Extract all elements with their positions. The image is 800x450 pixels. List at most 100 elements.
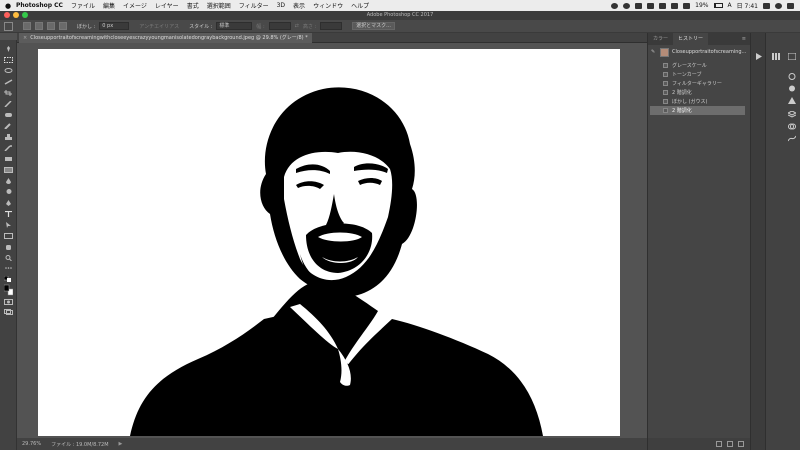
dropbox-icon[interactable] (635, 2, 643, 9)
battery-icon[interactable] (713, 3, 723, 8)
lasso-tool-icon[interactable] (4, 68, 13, 74)
menu-edit[interactable]: 編集 (103, 1, 115, 10)
tool-preset-picker[interactable] (4, 21, 13, 31)
history-item[interactable]: フィルターギャラリー (650, 79, 745, 88)
history-snapshot[interactable]: ✎ Closeupportraitofscreaming... (648, 45, 751, 59)
notification-center-icon[interactable] (787, 2, 794, 9)
history-item[interactable]: 2 階調化 (650, 88, 745, 97)
window-title-bar: Adobe Photoshop CC 2017 (0, 11, 800, 20)
document-size: ファイル : 19.0M/8.72M (51, 441, 109, 448)
record-icon[interactable] (611, 2, 619, 9)
new-selection-button[interactable] (23, 22, 31, 30)
menu-3d[interactable]: 3D (277, 2, 285, 9)
rectangle-tool-icon[interactable] (4, 233, 13, 239)
styles-icon[interactable] (788, 89, 796, 104)
clock[interactable]: 日 7:41 (737, 1, 758, 10)
paths-icon[interactable] (787, 127, 797, 142)
close-tab-icon[interactable]: × (23, 35, 27, 41)
menu-view[interactable]: 表示 (293, 1, 305, 10)
eraser-tool-icon[interactable] (4, 156, 13, 162)
pen-tool-icon[interactable] (4, 200, 13, 206)
menu-window[interactable]: ウィンドウ (313, 1, 343, 10)
search-icon[interactable] (763, 2, 770, 9)
menu-image[interactable]: イメージ (123, 1, 147, 10)
history-item[interactable]: グレースケール (650, 61, 745, 70)
snapshot-camera-icon[interactable] (727, 441, 733, 447)
apple-menu-icon[interactable]: ● (0, 2, 16, 10)
wifi-icon[interactable] (671, 2, 679, 9)
screen-mode-icon[interactable] (4, 309, 13, 315)
antialias-checkbox[interactable]: アンチエイリアス (139, 23, 179, 30)
gradient-tool-icon[interactable] (4, 167, 13, 173)
window-title: Adobe Photoshop CC 2017 (366, 12, 434, 18)
eyedropper-tool-icon[interactable] (4, 101, 13, 107)
play-action-icon[interactable] (755, 45, 763, 60)
history-item[interactable]: トーンカーブ (650, 70, 745, 79)
channels-icon[interactable] (788, 115, 796, 130)
quick-mask-icon[interactable] (4, 299, 13, 305)
panel-menu-icon[interactable]: ≡ (742, 33, 750, 45)
swap-icon[interactable]: ⇄ (295, 23, 299, 29)
adjustments-icon[interactable] (787, 45, 797, 61)
history-source-icon[interactable]: ✎ (651, 49, 655, 55)
snapshot-thumbnail (660, 47, 669, 57)
airplay-icon[interactable] (647, 2, 655, 9)
more-tools-icon[interactable] (4, 265, 13, 271)
marquee-tool-icon[interactable] (4, 57, 13, 63)
type-tool-icon[interactable] (4, 211, 13, 217)
delete-state-icon[interactable] (738, 441, 744, 447)
hand-tool-icon[interactable] (4, 244, 13, 250)
path-selection-tool-icon[interactable] (4, 222, 13, 228)
history-step-icon (663, 81, 668, 86)
panel-footer (648, 438, 751, 450)
app-menu[interactable]: Photoshop CC (16, 2, 63, 9)
menu-help[interactable]: ヘルプ (351, 1, 369, 10)
menu-file[interactable]: ファイル (71, 1, 95, 10)
subtract-selection-button[interactable] (47, 22, 55, 30)
new-document-from-state-icon[interactable] (716, 441, 722, 447)
properties-icon[interactable] (788, 65, 796, 80)
color-swatches-icon[interactable] (4, 284, 13, 296)
zoom-level[interactable]: 29.76% (22, 441, 41, 447)
select-and-mask-button[interactable]: 選択とマスク... (352, 22, 395, 30)
swatches-icon[interactable] (788, 77, 796, 92)
move-tool-icon[interactable] (4, 46, 13, 52)
libraries-icon[interactable] (772, 45, 780, 60)
dodge-tool-icon[interactable] (4, 189, 13, 195)
layers-icon[interactable] (786, 103, 798, 118)
default-colors-icon[interactable] (4, 276, 13, 282)
quick-selection-tool-icon[interactable] (4, 79, 13, 85)
intersect-selection-button[interactable] (59, 22, 67, 30)
brush-tool-icon[interactable] (4, 123, 13, 129)
crop-tool-icon[interactable] (4, 90, 13, 96)
menu-layer[interactable]: レイヤー (155, 1, 179, 10)
width-input[interactable] (268, 22, 291, 30)
menu-filter[interactable]: フィルター (239, 1, 269, 10)
zoom-tool-icon[interactable] (4, 255, 13, 261)
bluetooth-icon[interactable] (659, 2, 667, 9)
healing-brush-tool-icon[interactable] (4, 112, 13, 118)
history-brush-tool-icon[interactable] (4, 145, 13, 151)
tab-color[interactable]: カラー (648, 33, 673, 45)
canvas-area[interactable] (17, 43, 647, 438)
volume-icon[interactable] (683, 2, 691, 9)
status-menu-icon[interactable]: ▶ (119, 441, 123, 447)
style-select[interactable]: 標準 (216, 22, 253, 30)
clone-stamp-tool-icon[interactable] (4, 134, 13, 140)
history-item[interactable]: ぼかし (ガウス) (650, 97, 745, 106)
tab-history[interactable]: ヒストリー (673, 33, 709, 45)
image-canvas[interactable] (38, 49, 620, 436)
history-item-selected[interactable]: 2 階調化 (650, 106, 745, 115)
height-input[interactable] (320, 22, 343, 30)
cloud-icon[interactable] (623, 2, 631, 9)
add-selection-button[interactable] (35, 22, 43, 30)
width-label: 幅 : (256, 23, 265, 30)
blur-tool-icon[interactable] (4, 178, 13, 184)
feather-input[interactable]: 0 px (99, 22, 130, 30)
input-method[interactable]: A (728, 2, 732, 9)
menu-select[interactable]: 選択範囲 (207, 1, 231, 10)
document-tab[interactable]: × Closeupportraitofscreamingwithcloseeyes… (19, 33, 312, 43)
menu-type[interactable]: 書式 (187, 1, 199, 10)
style-label: スタイル : (189, 23, 213, 30)
siri-icon[interactable] (775, 2, 782, 9)
